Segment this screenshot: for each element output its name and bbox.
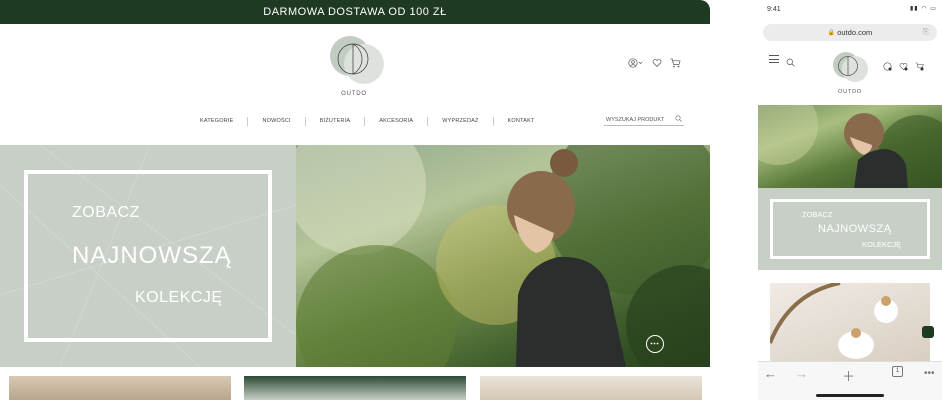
nav-item-nowosci[interactable]: NOWOŚCI: [248, 116, 306, 126]
cart-icon[interactable]: [670, 58, 681, 68]
promo-text: DARMOWA DOSTAWA OD 100 ZŁ: [263, 6, 447, 18]
mobile-hero-photo: [758, 105, 942, 189]
browser-toolbar: ← → ＋ 1 •••: [758, 361, 942, 400]
search-icon[interactable]: [675, 115, 682, 124]
mobile-product-image[interactable]: [770, 283, 930, 361]
cart-icon[interactable]: [915, 58, 924, 76]
search-icon[interactable]: [786, 54, 795, 72]
nav-item-wyprzedaz[interactable]: WYPRZEDAŻ: [428, 116, 494, 126]
search-input[interactable]: WYSZUKAJ PRODUKT: [604, 114, 684, 126]
promo-bar: DARMOWA DOSTAWA OD 100 ZŁ: [0, 0, 710, 24]
chat-button[interactable]: [646, 335, 664, 353]
wifi-icon: ◠: [921, 6, 928, 12]
mobile-hero-line-3: KOLEKCJĘ: [862, 240, 902, 249]
mobile-hero-line-1: ZOBACZ: [802, 210, 833, 219]
home-indicator: [816, 394, 884, 397]
address-bar[interactable]: 🔒 outdo.com ⎘: [763, 24, 937, 41]
desktop-preview: DARMOWA DOSTAWA OD 100 ZŁ OUTDO KATEGORI…: [0, 0, 710, 400]
header-actions: [628, 58, 681, 68]
lock-icon: 🔒: [827, 30, 836, 36]
hamburger-menu-icon[interactable]: [769, 55, 779, 66]
tabs-button[interactable]: 1: [892, 366, 903, 377]
search-placeholder: WYSZUKAJ PRODUKT: [606, 116, 665, 123]
brand-logo[interactable]: [326, 34, 386, 86]
battery-icon: ▭: [930, 6, 937, 12]
hero-photo: [296, 145, 710, 367]
more-icon[interactable]: •••: [924, 368, 935, 379]
mobile-hero-line-2: NAJNOWSZĄ: [818, 223, 892, 235]
user-icon[interactable]: [883, 58, 892, 76]
main-nav: KATEGORIE NOWOŚCI BIŻUTERIA AKCESORIA WY…: [200, 116, 549, 126]
brand-logo[interactable]: [830, 50, 870, 84]
hero-line-2: NAJNOWSZĄ: [72, 242, 232, 269]
chat-icon: [650, 342, 659, 345]
status-time: 9:41: [767, 6, 781, 13]
mobile-preview: 9:41 ▮▮ ◠ ▭ 🔒 outdo.com ⎘ OUTDO ZOBACZ N…: [758, 0, 942, 400]
brand-name: OUTDO: [838, 89, 862, 95]
brand-name: OUTDO: [341, 91, 367, 97]
product-card[interactable]: [480, 376, 702, 400]
forward-arrow-icon[interactable]: →: [795, 366, 808, 381]
woman-in-garden-image: [758, 105, 942, 189]
nav-item-bizuteria[interactable]: BIŻUTERIA: [306, 116, 366, 126]
back-arrow-icon[interactable]: ←: [764, 366, 777, 381]
hero-line-3: KOLEKCJĘ: [135, 289, 223, 306]
product-card[interactable]: [244, 376, 466, 400]
nav-item-kategorie[interactable]: KATEGORIE: [200, 116, 249, 126]
heart-icon[interactable]: [652, 58, 662, 68]
mobile-header-actions: [883, 58, 924, 76]
reader-icon[interactable]: ⎘: [923, 27, 929, 37]
nav-item-akcesoria[interactable]: AKCESORIA: [365, 116, 429, 126]
hero-line-1: ZOBACZ: [72, 204, 140, 221]
woman-in-garden-image: [296, 145, 710, 367]
chat-icon[interactable]: [922, 326, 934, 338]
signal-icon: ▮▮: [910, 6, 919, 12]
product-card[interactable]: [9, 376, 231, 400]
jewelry-image: [770, 283, 898, 359]
heart-icon[interactable]: [899, 58, 908, 76]
address-text: outdo.com: [837, 28, 873, 37]
user-icon[interactable]: [628, 58, 644, 68]
new-tab-icon[interactable]: ＋: [842, 366, 855, 385]
status-icons: ▮▮ ◠ ▭: [910, 5, 937, 12]
nav-item-kontakt[interactable]: KONTAKT: [494, 117, 549, 126]
